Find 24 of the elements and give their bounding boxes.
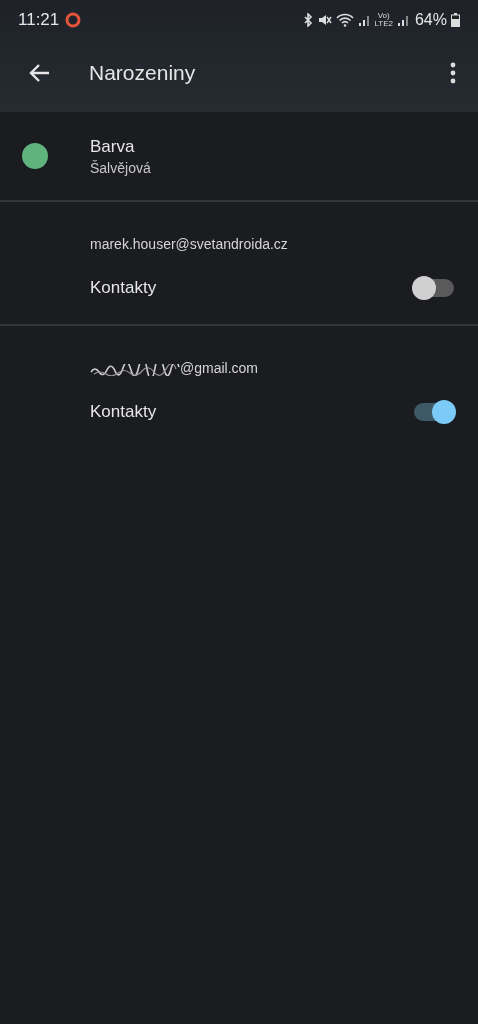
bluetooth-icon: [302, 13, 315, 27]
wifi-icon: [336, 13, 355, 27]
color-setting-row[interactable]: Barva Šalvějová: [0, 112, 478, 200]
mute-icon: [318, 13, 333, 27]
signal-icon: [396, 13, 409, 27]
signal-icon: [358, 13, 371, 27]
screen-title: Narozeniny: [89, 61, 197, 85]
battery-icon: [451, 13, 460, 27]
setting-row[interactable]: Kontakty: [0, 376, 478, 448]
battery-percent: 64%: [414, 11, 447, 29]
status-time: 11:21: [18, 10, 60, 30]
recording-icon: [65, 12, 82, 28]
setting-label: Barva: [90, 136, 136, 157]
account-email: @gmail.com: [180, 360, 258, 376]
setting-row[interactable]: Kontakty: [0, 252, 478, 324]
more-options-icon[interactable]: [450, 62, 456, 84]
toggle-switch[interactable]: [414, 279, 454, 297]
account-email: marek.houser@svetandroida.cz: [90, 236, 288, 252]
back-arrow-icon[interactable]: [28, 63, 50, 83]
setting-label: Kontakty: [90, 402, 157, 422]
network-type-label: Vo) LTE2: [374, 12, 393, 28]
setting-label: Kontakty: [90, 278, 157, 298]
toggle-switch[interactable]: [414, 403, 454, 421]
setting-value: Šalvějová: [90, 159, 151, 176]
